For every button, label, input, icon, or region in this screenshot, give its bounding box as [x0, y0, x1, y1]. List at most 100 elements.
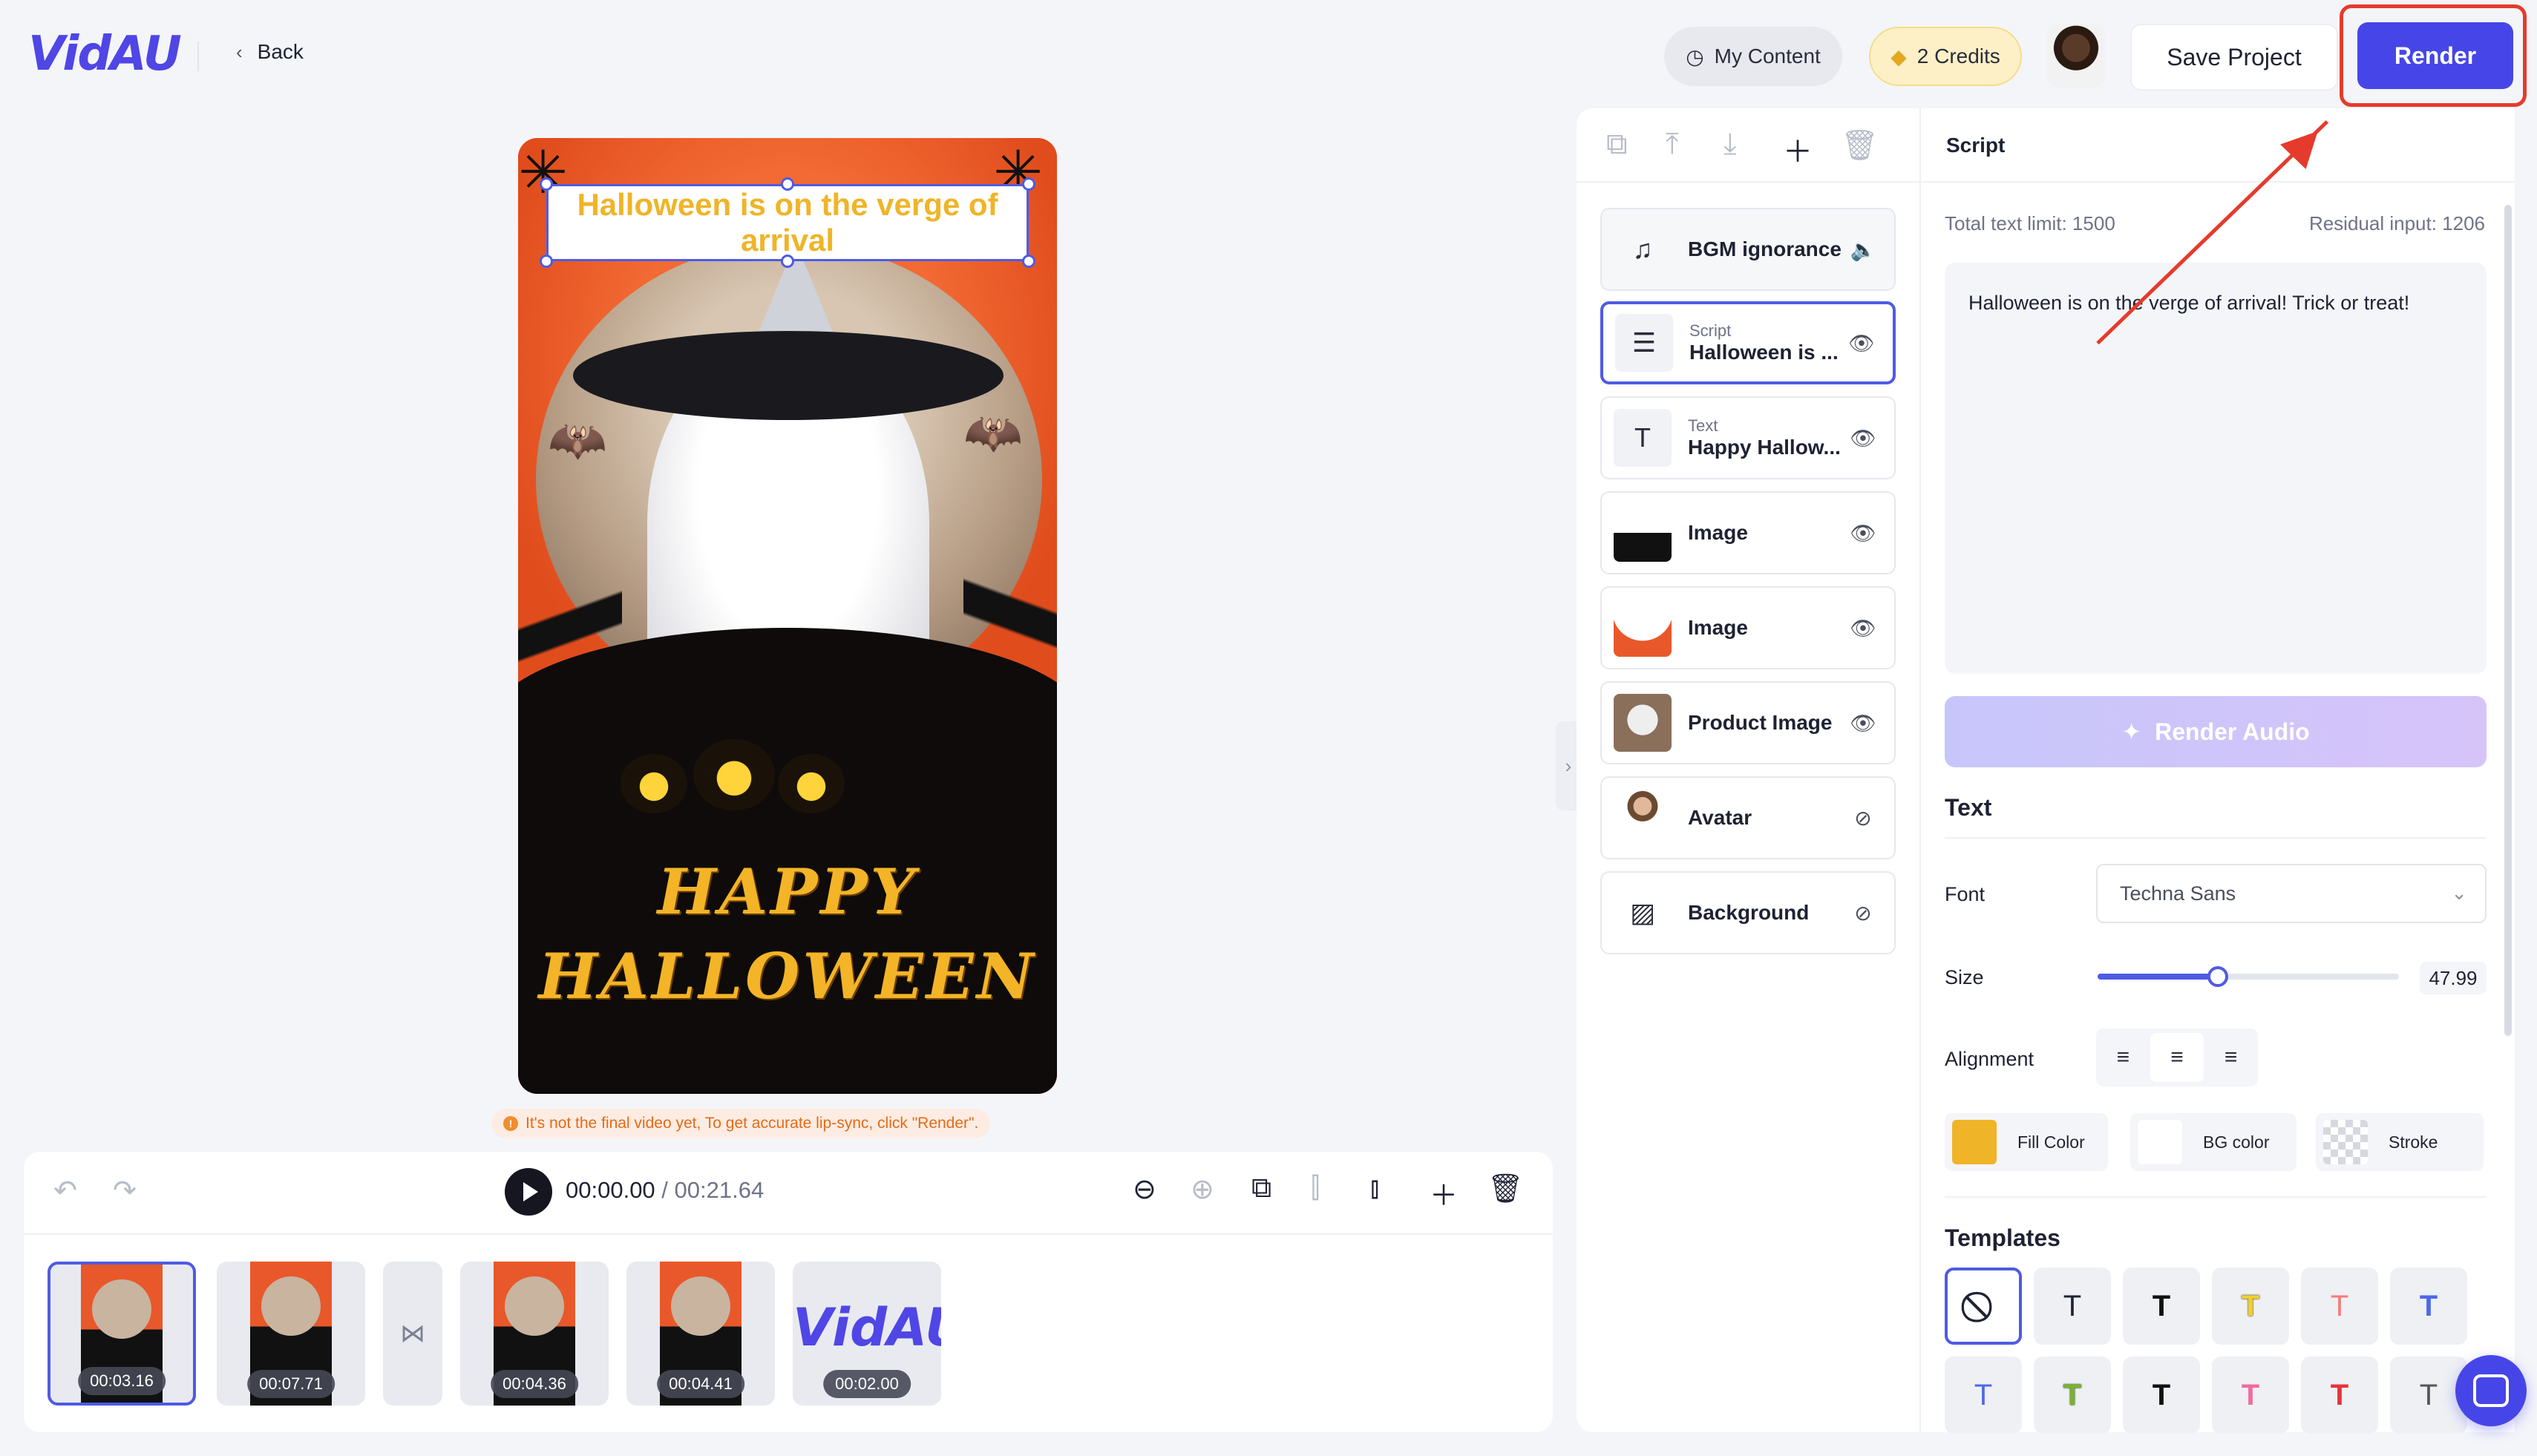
fill-color-button[interactable]: Fill Color: [1945, 1113, 2108, 1171]
add-layer-icon[interactable]: ＋: [1783, 128, 1813, 171]
timeline-clip[interactable]: 00:04.36: [460, 1262, 609, 1406]
size-slider-knob[interactable]: [2207, 966, 2229, 987]
layer-product-image[interactable]: Product Image 👁: [1600, 681, 1896, 764]
template-yellow[interactable]: T: [2212, 1268, 2289, 1345]
copy-icon[interactable]: ⧉: [1606, 128, 1628, 161]
happy-text[interactable]: HAPPY: [518, 855, 1057, 928]
layer-name: Happy Hallow...: [1688, 436, 1841, 459]
pumpkin-icon: [693, 739, 775, 810]
eye-icon[interactable]: 👁: [1845, 331, 1878, 355]
stroke-label: Stroke: [2389, 1132, 2438, 1152]
layer-bgm[interactable]: ♫ BGM ignorance 🔈: [1600, 208, 1896, 291]
chat-support-icon[interactable]: [2455, 1355, 2527, 1426]
template-light-blue[interactable]: T: [1945, 1357, 2022, 1434]
settings-scrollbar[interactable]: [2504, 205, 2512, 1036]
stroke-button[interactable]: Stroke: [2316, 1113, 2484, 1171]
resize-handle[interactable]: [1022, 255, 1035, 268]
template-magenta[interactable]: T: [2212, 1357, 2289, 1434]
redo-icon[interactable]: ↷: [113, 1174, 137, 1207]
bg-color-button[interactable]: BG color: [2130, 1113, 2297, 1171]
settings-header: Script: [1921, 108, 2515, 183]
resize-handle[interactable]: [781, 177, 794, 191]
total-time: / 00:21.64: [661, 1177, 765, 1203]
zoom-out-icon[interactable]: ⊖: [1133, 1173, 1156, 1206]
layer-name: Avatar: [1688, 806, 1752, 829]
render-button[interactable]: Render: [2357, 22, 2513, 89]
eye-off-icon[interactable]: ⊘: [1847, 806, 1879, 830]
lip-sync-notice: ! It's not the final video yet, To get a…: [491, 1109, 991, 1138]
timeline-clip[interactable]: 00:07.71: [217, 1262, 365, 1406]
volume-icon[interactable]: 🔈: [1847, 237, 1879, 262]
vidau-logo[interactable]: VidAU: [28, 27, 182, 82]
video-preview-canvas[interactable]: 🦇 🦇 ✳ ✳ Halloween is on the verge of arr…: [518, 138, 1057, 1094]
align-left-icon[interactable]: ≡: [2096, 1029, 2150, 1086]
font-label: Font: [1945, 883, 1986, 905]
insert-clip-icon[interactable]: ⫾: [1370, 1173, 1379, 1204]
template-bold[interactable]: T: [2123, 1268, 2200, 1345]
spooky-tree-right: [963, 450, 1057, 784]
section-divider: [1945, 1196, 2487, 1198]
timeline-clip[interactable]: 00:04.41: [626, 1262, 775, 1406]
eye-off-icon[interactable]: ⊘: [1847, 901, 1879, 925]
script-title-text[interactable]: Halloween is on the verge of arrival: [546, 184, 1029, 261]
section-divider: [1945, 837, 2487, 839]
settings-title: Script: [1946, 134, 2006, 157]
split-icon[interactable]: ⫿: [1311, 1173, 1320, 1204]
render-audio-button[interactable]: ✦ Render Audio: [1945, 696, 2487, 767]
delete-layer-icon[interactable]: 🗑: [1841, 128, 1879, 163]
clip-logo: VidAU: [793, 1297, 941, 1358]
clip-duration: 00:02.00: [823, 1370, 911, 1398]
align-center-icon[interactable]: ≡: [2150, 1033, 2204, 1082]
halloween-text[interactable]: HALLOWEEN: [518, 939, 1057, 1013]
eye-icon[interactable]: 👁: [1847, 616, 1879, 640]
transition-icon[interactable]: ⋈: [383, 1262, 442, 1406]
back-button[interactable]: ‹ Back: [236, 40, 304, 64]
template-black[interactable]: T: [2123, 1357, 2200, 1434]
layer-type: Text: [1688, 416, 1718, 435]
play-button[interactable]: [505, 1168, 552, 1216]
add-icon[interactable]: ＋: [1430, 1173, 1458, 1213]
save-project-button[interactable]: Save Project: [2130, 24, 2338, 91]
font-select[interactable]: Techna Sans ⌄: [2096, 864, 2487, 923]
template-green[interactable]: T: [2034, 1357, 2111, 1434]
eye-icon[interactable]: 👁: [1847, 426, 1879, 450]
zoom-in-icon[interactable]: ⊕: [1191, 1173, 1214, 1206]
eye-icon[interactable]: 👁: [1847, 711, 1879, 735]
move-up-icon[interactable]: ⤒: [1666, 128, 1679, 161]
diamond-icon: ◆: [1891, 45, 1907, 68]
duplicate-icon[interactable]: ⧉: [1251, 1173, 1271, 1204]
resize-handle[interactable]: [781, 255, 794, 268]
resize-handle[interactable]: [540, 255, 553, 268]
template-pink[interactable]: T: [2301, 1268, 2378, 1345]
layer-background[interactable]: ▨ Background ⊘: [1600, 871, 1896, 954]
my-content-label: My Content: [1714, 45, 1821, 68]
eye-icon[interactable]: 👁: [1847, 521, 1879, 545]
layer-image[interactable]: Image 👁: [1600, 491, 1896, 574]
credits-badge[interactable]: ◆ 2 Credits: [1869, 27, 2022, 86]
trash-icon[interactable]: 🗑: [1487, 1173, 1523, 1205]
layers-panel: ⧉ ⤒ ⤓ ＋ 🗑 ♫ BGM ignorance 🔈 ☰ Script Hal…: [1577, 108, 1919, 1432]
my-content-button[interactable]: ◷ My Content: [1664, 27, 1842, 86]
layer-image[interactable]: Image 👁: [1600, 586, 1896, 669]
size-slider[interactable]: [2098, 966, 2399, 987]
timeline-clip[interactable]: VidAU 00:02.00: [793, 1262, 941, 1406]
layer-text[interactable]: T Text Happy Hallow... 👁: [1600, 396, 1896, 479]
template-none-icon[interactable]: ⃠: [1945, 1268, 2022, 1345]
size-value[interactable]: 47.99: [2420, 962, 2487, 994]
template-blue[interactable]: T: [2390, 1268, 2467, 1345]
resize-handle[interactable]: [1022, 177, 1035, 191]
align-right-icon[interactable]: ≡: [2204, 1029, 2258, 1086]
layer-script[interactable]: ☰ Script Halloween is ... 👁: [1600, 301, 1896, 384]
move-down-icon[interactable]: ⤓: [1723, 128, 1737, 161]
template-red[interactable]: T: [2301, 1357, 2378, 1434]
layer-avatar[interactable]: Avatar ⊘: [1600, 776, 1896, 859]
music-note-icon: ♫: [1632, 234, 1653, 264]
undo-icon[interactable]: ↶: [53, 1174, 77, 1207]
resize-handle[interactable]: [540, 177, 553, 191]
user-avatar[interactable]: [2047, 24, 2105, 88]
timeline-divider: [24, 1233, 1553, 1235]
template-plain[interactable]: T: [2034, 1268, 2111, 1345]
timeline-clip[interactable]: 00:03.16: [48, 1262, 196, 1406]
stroke-swatch: [2323, 1120, 2368, 1164]
script-textarea[interactable]: Halloween is on the verge of arrival! Tr…: [1945, 263, 2487, 674]
